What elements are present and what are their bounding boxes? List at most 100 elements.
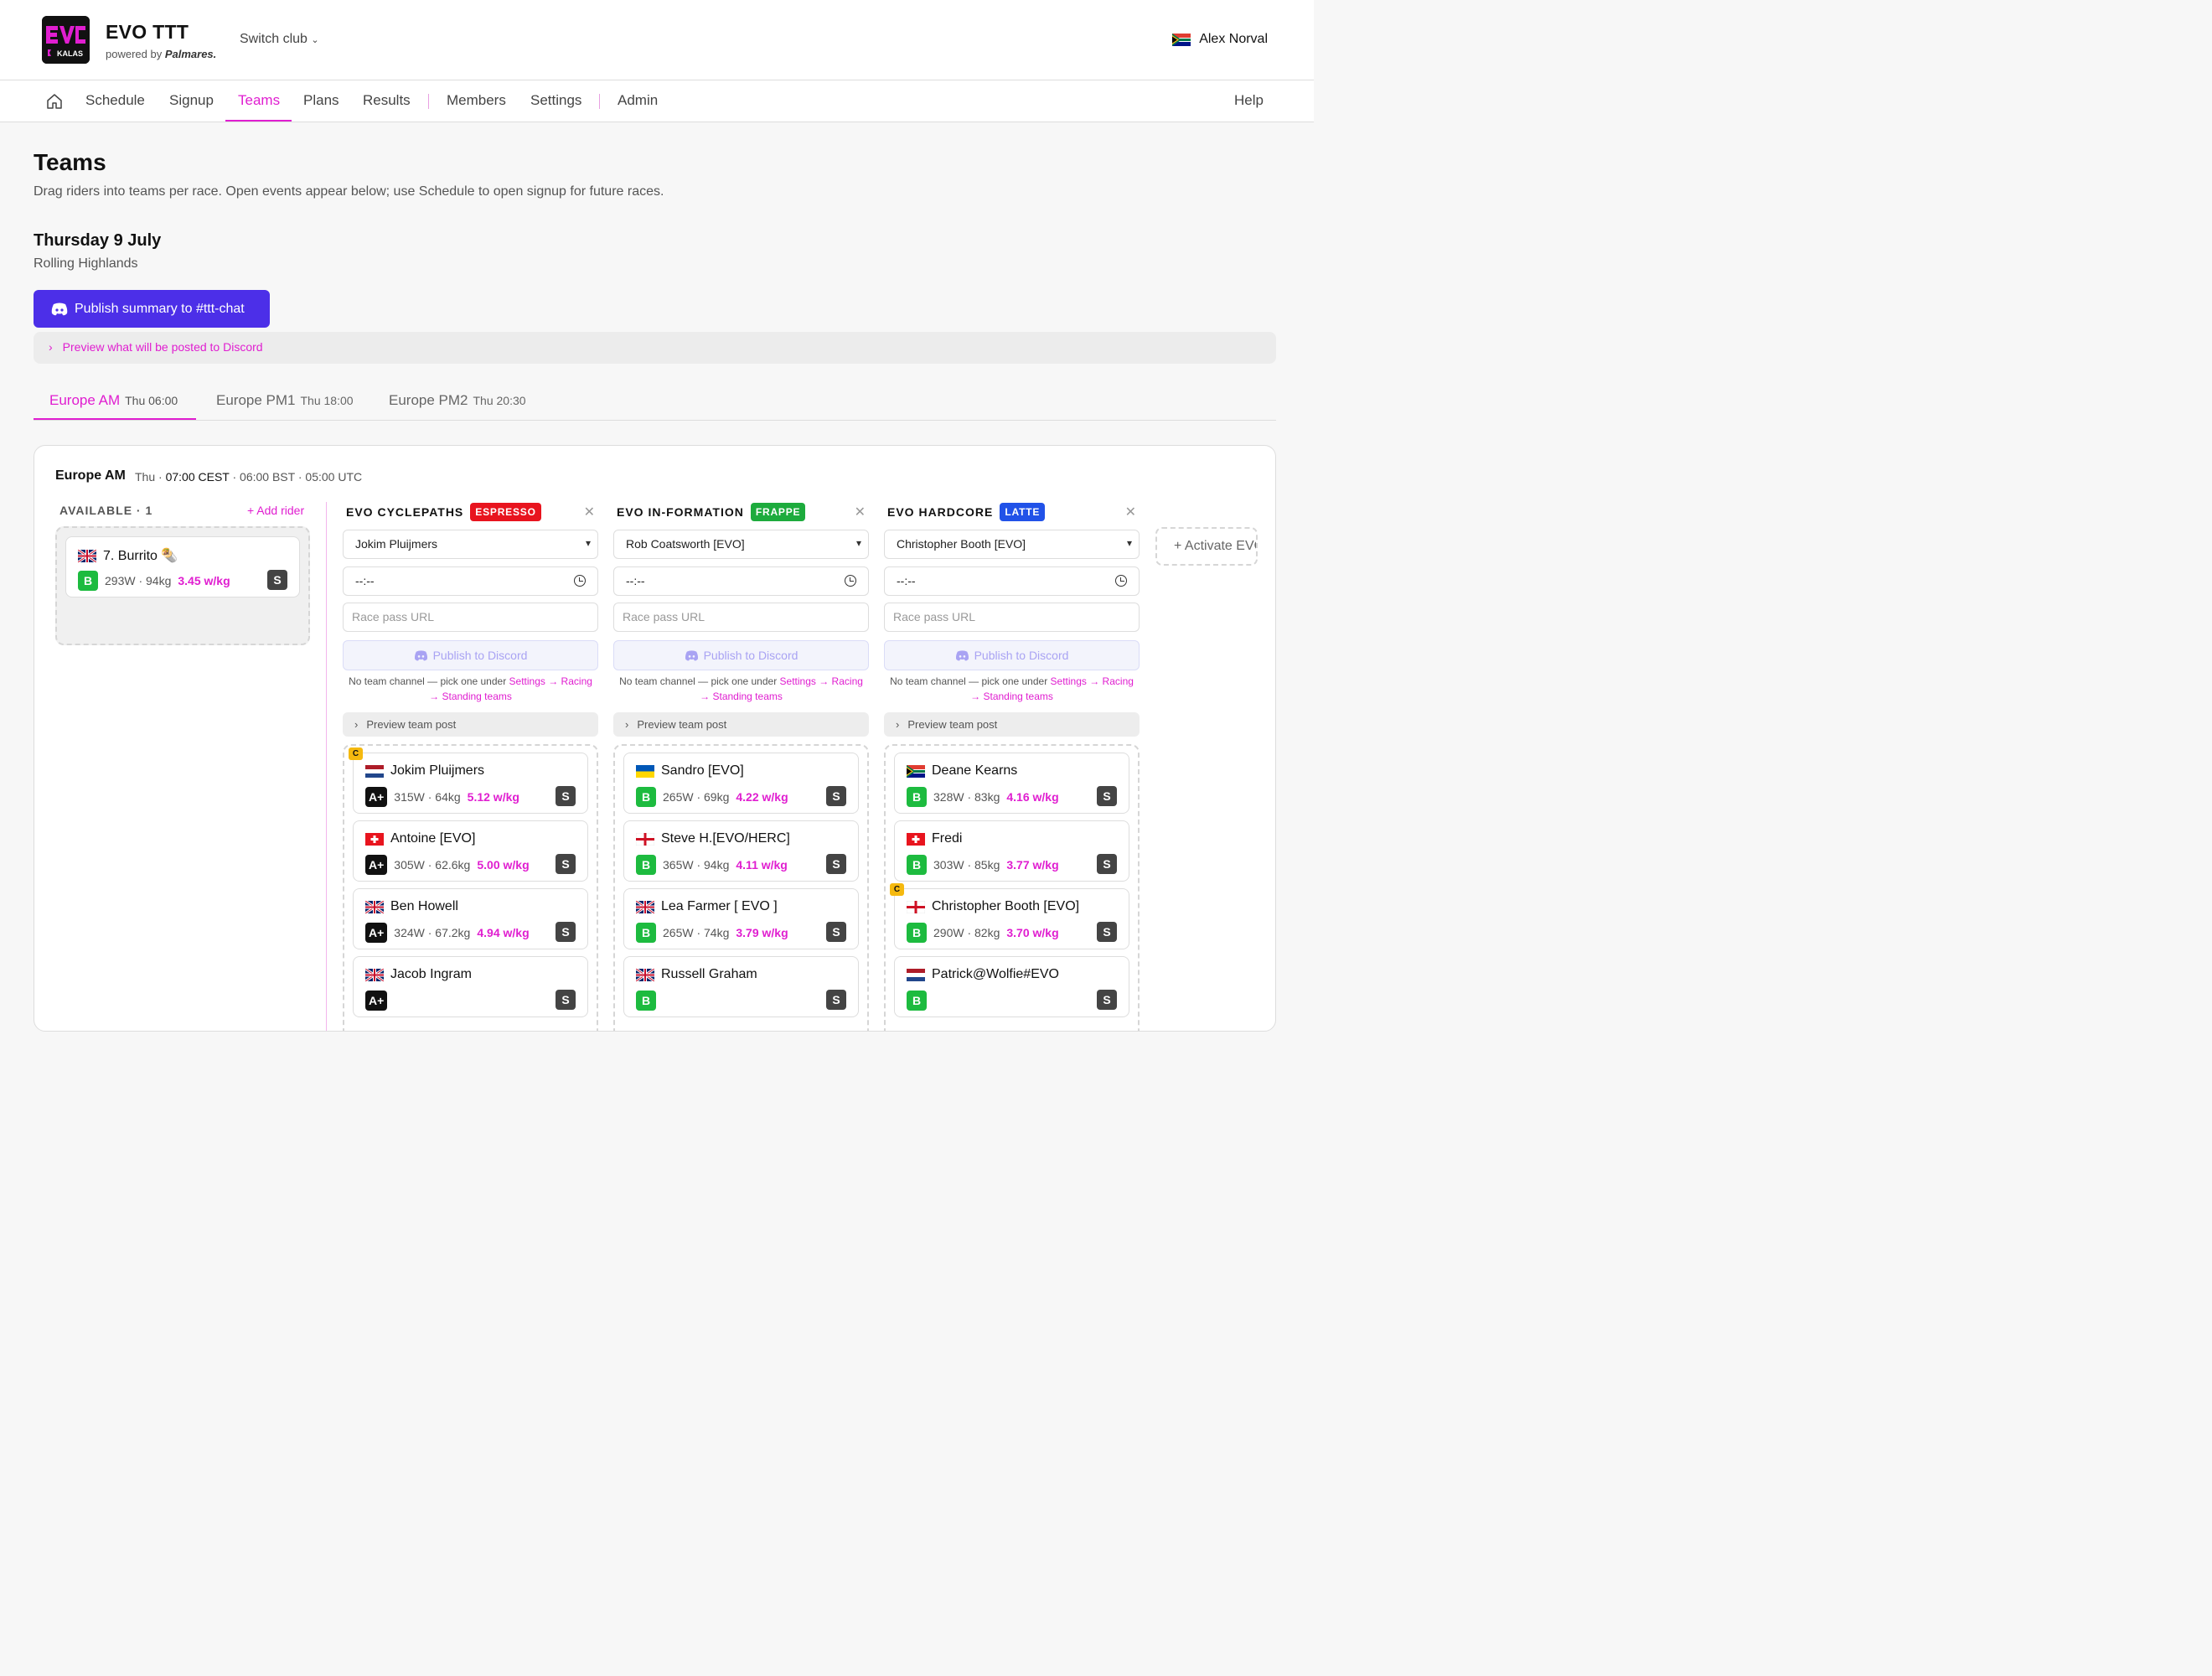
ua-flag-icon bbox=[636, 764, 654, 778]
club-logo[interactable]: KALAS bbox=[42, 16, 90, 64]
start-time-input[interactable]: --:-- bbox=[884, 566, 1140, 596]
add-rider-button[interactable]: + Add rider bbox=[247, 504, 304, 517]
rider-wkg: 4.16 w/kg bbox=[1006, 790, 1059, 804]
nav-help[interactable]: Help bbox=[1234, 92, 1264, 109]
rider-wkg: 5.12 w/kg bbox=[467, 790, 519, 804]
team-rider-card[interactable]: Fredi B 303W · 85kg 3.77 w/kg S bbox=[894, 820, 1129, 882]
start-time-input[interactable]: --:-- bbox=[343, 566, 598, 596]
team-rider-card[interactable]: Steve H.[EVO/HERC] B 365W · 94kg 4.11 w/kg… bbox=[623, 820, 859, 882]
rider-wkg: 5.00 w/kg bbox=[477, 858, 530, 872]
captain-select[interactable]: Jokim Pluijmers ▾ bbox=[343, 530, 598, 559]
chevron-right-icon: › bbox=[49, 340, 53, 354]
tab-europe-pm2[interactable]: Europe PM2 Thu 20:30 bbox=[389, 392, 526, 409]
ch-flag-icon bbox=[907, 832, 925, 846]
team-name: EVO HARDCORE bbox=[887, 505, 994, 519]
team-dropzone[interactable]: C Jokim Pluijmers A+ 315W · 64kg 5.12 w/kg… bbox=[343, 744, 598, 1031]
team-column: EVO IN-FORMATION FRAPPE ✕ Rob Coatsworth … bbox=[613, 493, 869, 1031]
status-badge: S bbox=[267, 570, 287, 590]
status-badge: S bbox=[826, 990, 846, 1010]
chevron-right-icon: › bbox=[625, 718, 629, 731]
nav-results[interactable]: Results bbox=[363, 92, 411, 109]
user-name: Alex Norval bbox=[1199, 32, 1268, 46]
category-badge: B bbox=[636, 855, 656, 875]
category-badge: B bbox=[78, 571, 98, 591]
tab-europe-am[interactable]: Europe AM Thu 06:00 bbox=[49, 392, 178, 409]
rider-wkg: 4.11 w/kg bbox=[736, 858, 788, 872]
team-rider-card[interactable]: Lea Farmer [ EVO ] B 265W · 74kg 3.79 w/kg… bbox=[623, 888, 859, 949]
team-rider-card[interactable]: Patrick@Wolfie#EVO B S bbox=[894, 956, 1129, 1017]
team-rider-card[interactable]: Ben Howell A+ 324W · 67.2kg 4.94 w/kg S bbox=[353, 888, 588, 949]
race-pass-url-input[interactable]: Race pass URL bbox=[343, 603, 598, 632]
team-rider-card[interactable]: Sandro [EVO] B 265W · 69kg 4.22 w/kg S bbox=[623, 753, 859, 814]
chevron-down-icon: ▾ bbox=[855, 537, 861, 549]
nav-teams[interactable]: Teams bbox=[238, 92, 280, 109]
event-title: Europe AM bbox=[55, 468, 126, 483]
switch-club-button[interactable]: Switch club ⌄ bbox=[240, 32, 319, 47]
captain-select[interactable]: Rob Coatsworth [EVO] ▾ bbox=[613, 530, 869, 559]
team-rider-card[interactable]: Russell Graham B S bbox=[623, 956, 859, 1017]
race-pass-url-input[interactable]: Race pass URL bbox=[613, 603, 869, 632]
status-badge: S bbox=[1097, 854, 1117, 874]
preview-discord-toggle[interactable]: › Preview what will be posted to Discord bbox=[34, 332, 1276, 364]
close-icon[interactable]: ✕ bbox=[584, 504, 595, 520]
home-icon[interactable] bbox=[46, 93, 63, 110]
nav-admin[interactable]: Admin bbox=[618, 92, 658, 109]
preview-team-post-toggle[interactable]: › Preview team post bbox=[343, 712, 598, 737]
category-badge: B bbox=[907, 855, 927, 875]
publish-summary-button[interactable]: Publish summary to #ttt-chat bbox=[34, 290, 270, 328]
team-dropzone[interactable]: Deane Kearns B 328W · 83kg 4.16 w/kg S Fre… bbox=[884, 744, 1140, 1031]
category-badge: A+ bbox=[365, 787, 388, 807]
category-badge: B bbox=[636, 923, 656, 943]
tab-europe-pm1[interactable]: Europe PM1 Thu 18:00 bbox=[216, 392, 354, 409]
race-date: Thursday 9 July bbox=[34, 231, 162, 250]
category-badge: A+ bbox=[365, 991, 388, 1011]
team-rider-card[interactable]: Deane Kearns B 328W · 83kg 4.16 w/kg S bbox=[894, 753, 1129, 814]
category-badge: B bbox=[907, 787, 927, 807]
team-header: EVO IN-FORMATION FRAPPE bbox=[617, 503, 806, 521]
rider-stats: 265W · 69kg bbox=[663, 790, 730, 804]
close-icon[interactable]: ✕ bbox=[1125, 504, 1136, 520]
nav-divider bbox=[428, 94, 429, 109]
publish-to-discord-button[interactable]: Publish to Discord bbox=[343, 640, 598, 670]
rider-wkg: 4.94 w/kg bbox=[477, 926, 530, 939]
category-badge: B bbox=[636, 787, 656, 807]
start-time-input[interactable]: --:-- bbox=[613, 566, 869, 596]
status-badge: S bbox=[826, 922, 846, 942]
rider-name: Jacob Ingram bbox=[390, 967, 472, 981]
rider-card[interactable]: 7. Burrito 🌯 B 293W · 94kg 3.45 w/kg S bbox=[65, 536, 300, 597]
course-name: Rolling Highlands bbox=[34, 256, 138, 271]
nav-settings[interactable]: Settings bbox=[530, 92, 581, 109]
publish-to-discord-button[interactable]: Publish to Discord bbox=[613, 640, 869, 670]
rider-stats: 328W · 83kg bbox=[933, 790, 1000, 804]
rider-name: Antoine [EVO] bbox=[390, 831, 476, 846]
team-rider-card[interactable]: Antoine [EVO] A+ 305W · 62.6kg 5.00 w/kg S bbox=[353, 820, 588, 882]
status-badge: S bbox=[556, 786, 576, 806]
nav-signup[interactable]: Signup bbox=[169, 92, 214, 109]
chevron-down-icon: ▾ bbox=[585, 537, 591, 549]
team-rider-card[interactable]: Jacob Ingram A+ S bbox=[353, 956, 588, 1017]
category-badge: B bbox=[636, 991, 656, 1011]
rider-name: Sandro [EVO] bbox=[661, 763, 744, 778]
captain-select[interactable]: Christopher Booth [EVO] ▾ bbox=[884, 530, 1140, 559]
nl-flag-icon bbox=[365, 764, 384, 778]
team-rider-card[interactable]: C Jokim Pluijmers A+ 315W · 64kg 5.12 w/kg… bbox=[349, 747, 588, 814]
nav-plans[interactable]: Plans bbox=[303, 92, 339, 109]
user-menu[interactable]: Alex Norval bbox=[1172, 32, 1268, 47]
activate-team-button[interactable]: + Activate EVO bbox=[1155, 527, 1258, 566]
nav-members[interactable]: Members bbox=[447, 92, 506, 109]
rider-stats: 303W · 85kg bbox=[933, 858, 1000, 872]
clock-icon bbox=[1115, 575, 1127, 587]
preview-team-post-toggle[interactable]: › Preview team post bbox=[613, 712, 869, 737]
status-badge: S bbox=[556, 922, 576, 942]
nav-schedule[interactable]: Schedule bbox=[85, 92, 145, 109]
south-africa-flag-icon bbox=[1172, 33, 1191, 46]
publish-to-discord-button[interactable]: Publish to Discord bbox=[884, 640, 1140, 670]
event-tabs: Europe AM Thu 06:00 Europe PM1 Thu 18:00 E… bbox=[34, 380, 1276, 421]
team-rider-card[interactable]: C Christopher Booth [EVO] B 290W · 82kg 3.… bbox=[890, 883, 1129, 949]
available-dropzone[interactable]: 7. Burrito 🌯 B 293W · 94kg 3.45 w/kg S bbox=[55, 526, 310, 645]
preview-team-post-toggle[interactable]: › Preview team post bbox=[884, 712, 1140, 737]
race-pass-url-input[interactable]: Race pass URL bbox=[884, 603, 1140, 632]
column-divider bbox=[326, 502, 327, 1031]
team-dropzone[interactable]: Sandro [EVO] B 265W · 69kg 4.22 w/kg S Ste… bbox=[613, 744, 869, 1031]
close-icon[interactable]: ✕ bbox=[855, 504, 866, 520]
